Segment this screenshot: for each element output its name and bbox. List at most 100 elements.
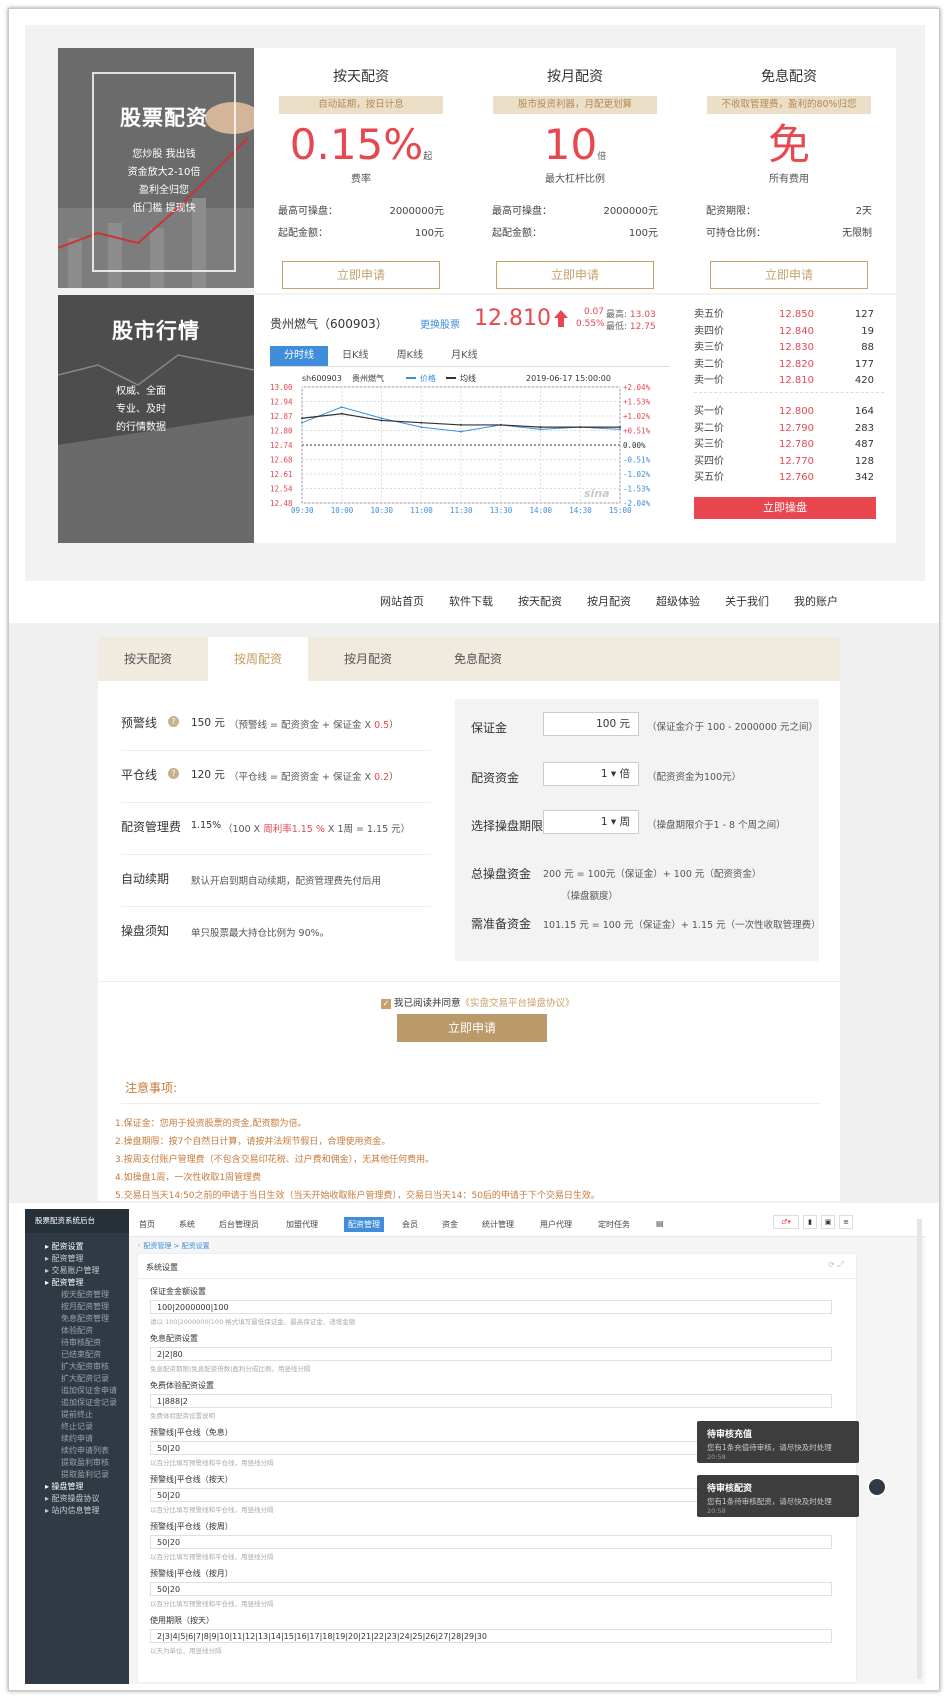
order-volume: 127 <box>854 309 874 320</box>
toast-pending-financing[interactable]: 待审核配资 您有1条待审核配资，请尽快及时处理 20:58 <box>697 1475 859 1517</box>
top-menu-item[interactable]: 后台管理员 <box>219 1219 259 1230</box>
nav-account[interactable]: 我的账户 <box>794 593 838 609</box>
sidebar-item[interactable]: 提取盈利记录 <box>35 1469 129 1481</box>
sidebar-item[interactable]: 按月配资管理 <box>35 1301 129 1313</box>
help-icon[interactable]: ? <box>168 768 179 779</box>
multiplier-select[interactable]: 1 ▾ 倍 <box>543 762 639 786</box>
up-arrow-icon <box>554 310 568 318</box>
trade-now-button[interactable]: 立即操盘 <box>694 497 876 519</box>
apply-button[interactable]: 立即申请 <box>710 261 868 289</box>
required-capital-label: 需准备资金 <box>471 917 532 931</box>
row-key: 起配金额： <box>278 228 328 239</box>
agreement-link[interactable]: 《实盘交易平台操盘协议》 <box>461 998 575 1009</box>
top-menu-item[interactable]: 会员 <box>402 1219 418 1230</box>
card-big-value: 10倍 <box>468 120 682 170</box>
sidebar-item[interactable]: ▸ 操盘管理 <box>35 1481 129 1493</box>
sidebar-item[interactable]: 续约申请列表 <box>35 1445 129 1457</box>
nav-download[interactable]: 软件下载 <box>449 593 493 609</box>
top-menu-item[interactable]: 系统 <box>179 1219 195 1230</box>
order-row: 卖三价 12.830 88 <box>694 340 874 357</box>
field-input[interactable]: 50|20 <box>150 1582 832 1596</box>
order-level: 买一价 <box>694 406 724 417</box>
sidebar-item[interactable]: 扩大配资记录 <box>35 1373 129 1385</box>
note-highlight: 0.2 <box>374 772 390 783</box>
tab-daily-k[interactable]: 日K线 <box>328 346 383 366</box>
data-point <box>539 426 542 429</box>
checkbox-checked-icon[interactable]: ✓ <box>381 998 391 1009</box>
field-input[interactable]: 2|3|4|5|6|7|8|9|10|11|12|13|14|15|16|17|… <box>150 1629 832 1643</box>
sidebar-item[interactable]: ▸ 配资操盘协议 <box>35 1493 129 1505</box>
top-menu-item[interactable]: 用户代理 <box>540 1219 572 1230</box>
deposit-input[interactable]: 100 元 <box>543 712 639 736</box>
nav-monthly[interactable]: 按月配资 <box>587 593 631 609</box>
sidebar-item[interactable]: 终止记录 <box>35 1421 129 1433</box>
top-menu-item[interactable]: 首页 <box>139 1219 155 1230</box>
nav-home[interactable]: 网站首页 <box>380 593 424 609</box>
toast-pending-recharge[interactable]: 待审核充值 您有1条充值待审核，请尽快及时处理 20:58 <box>697 1421 859 1463</box>
top-menu-item[interactable]: 加盟代理 <box>286 1219 318 1230</box>
row-note: （平仓线 = 配资资金 + 保证金 X 0.2） <box>229 769 399 783</box>
top-menu-item[interactable]: 资金 <box>442 1219 458 1230</box>
sidebar-item[interactable]: 扩大配资审核 <box>35 1361 129 1373</box>
field-input[interactable]: 1|888|2 <box>150 1394 832 1408</box>
help-icon[interactable]: ? <box>168 716 179 727</box>
submit-apply-button[interactable]: 立即申请 <box>397 1014 547 1042</box>
tab-daily[interactable]: 按天配资 <box>98 637 198 681</box>
nav-daily[interactable]: 按天配资 <box>518 593 562 609</box>
support-avatar[interactable] <box>867 1477 887 1497</box>
tab-free[interactable]: 免息配资 <box>428 637 528 681</box>
top-menu-item[interactable]: 配资管理 <box>344 1217 384 1232</box>
field-input[interactable]: 2|2|80 <box>150 1347 832 1361</box>
change-stock-link[interactable]: 更换股票 <box>420 316 460 331</box>
nav-experience[interactable]: 超级体验 <box>656 593 700 609</box>
tab-weekly-k[interactable]: 周K线 <box>383 346 438 366</box>
sidebar-item[interactable]: 免息配资管理 <box>35 1313 129 1325</box>
sidebar-item[interactable]: 追加保证金记录 <box>35 1397 129 1409</box>
fullscreen-icon[interactable]: ▣ <box>821 1215 835 1229</box>
order-row: 卖二价 12.820 177 <box>694 357 874 374</box>
tab-monthly-k[interactable]: 月K线 <box>437 346 492 366</box>
sidebar-item[interactable]: 提前终止 <box>35 1409 129 1421</box>
period-label: 选择操盘期限 <box>471 819 544 833</box>
card-monthly-financing: 按月配资 股市投资利器，月配更划算 10倍 最大杠杆比例 最高可操盘： 20000… <box>468 48 682 293</box>
scrollbar[interactable] <box>917 1219 922 1679</box>
apply-button[interactable]: 立即申请 <box>496 261 654 289</box>
collapse-icon[interactable]: ⟳ ⤢ <box>828 1260 844 1270</box>
settings-dropdown-icon[interactable]: ♂▾ <box>773 1215 799 1229</box>
trash-icon[interactable]: ▮ <box>803 1215 817 1229</box>
sidebar-item[interactable]: ▸ 配资管理 <box>35 1277 129 1289</box>
card-sub: 费率 <box>351 174 371 185</box>
breadcrumb-text: 配资管理 > 配资设置 <box>143 1242 210 1250</box>
top-menu-item[interactable]: 统计管理 <box>482 1219 514 1230</box>
tab-weekly[interactable]: 按周配资 <box>208 637 308 681</box>
sidebar-item[interactable]: 续约申请 <box>35 1433 129 1445</box>
field-input[interactable]: 100|2000000|100 <box>150 1300 832 1314</box>
order-row: 卖四价 12.840 19 <box>694 324 874 341</box>
sidebar-item[interactable]: ▸ 配资管理 <box>35 1253 129 1265</box>
toast-title: 待审核配资 <box>707 1484 753 1494</box>
order-row: 买一价 12.800 164 <box>694 404 874 421</box>
tab-intraday[interactable]: 分时线 <box>270 346 328 366</box>
sidebar-item[interactable]: 提取盈利审核 <box>35 1457 129 1469</box>
top-menu-item[interactable]: ▤ <box>656 1219 664 1228</box>
card-title: 免息配资 <box>761 69 817 85</box>
apply-button[interactable]: 立即申请 <box>282 261 440 289</box>
sidebar-item[interactable]: 待审核配资 <box>35 1337 129 1349</box>
sidebar-item[interactable]: ▸ 配资设置 <box>35 1241 129 1253</box>
sidebar-item[interactable]: ▸ 站内信息管理 <box>35 1505 129 1517</box>
stock-price: 12.810 <box>474 306 551 331</box>
card-tag: 自动延期，按日计息 <box>279 96 443 114</box>
field-input[interactable]: 50|20 <box>150 1535 832 1549</box>
menu-icon[interactable]: ≡ <box>839 1215 853 1229</box>
sidebar-item[interactable]: 按天配资管理 <box>35 1289 129 1301</box>
sidebar-item[interactable]: 体验配资 <box>35 1325 129 1337</box>
period-select[interactable]: 1 ▾ 周 <box>543 810 639 834</box>
tab-monthly[interactable]: 按月配资 <box>318 637 418 681</box>
sidebar-item[interactable]: 已结束配资 <box>35 1349 129 1361</box>
settings-field: 使用期限（按天） 2|3|4|5|6|7|8|9|10|11|12|13|14|1… <box>150 1615 832 1655</box>
card-big-value: 免 <box>682 120 896 170</box>
sidebar-item[interactable]: ▸ 交易账户管理 <box>35 1265 129 1277</box>
nav-about[interactable]: 关于我们 <box>725 593 769 609</box>
sidebar-item[interactable]: 追加保证金申请 <box>35 1385 129 1397</box>
top-menu-item[interactable]: 定时任务 <box>598 1219 630 1230</box>
